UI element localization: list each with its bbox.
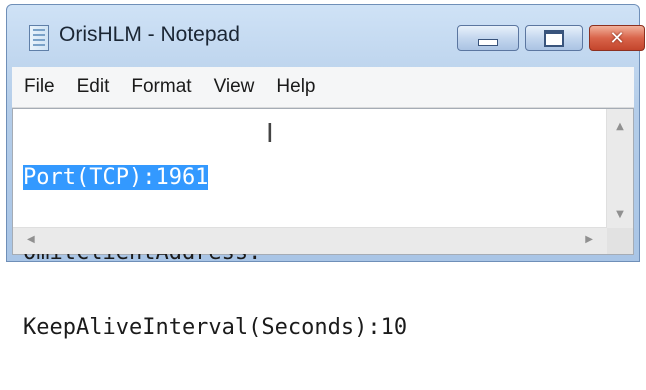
minimize-icon	[478, 38, 498, 46]
menu-format[interactable]: Format	[120, 76, 202, 98]
minimize-button[interactable]	[457, 25, 519, 51]
notepad-window: OrisHLM - Notepad ✕ File Edit Format Vie…	[6, 4, 645, 340]
close-button[interactable]: ✕	[589, 25, 645, 51]
maximize-button[interactable]	[525, 25, 583, 51]
text-line: Port(TCP):1961	[23, 165, 599, 190]
menu-edit[interactable]: Edit	[66, 76, 121, 98]
text-line: KeepAliveInterval(Seconds):10	[23, 315, 599, 340]
menu-help[interactable]: Help	[265, 76, 326, 98]
window-title: OrisHLM - Notepad	[59, 23, 240, 46]
line-text: KeepAliveInterval(Seconds):10	[23, 315, 408, 340]
text-cursor-icon: I	[266, 119, 274, 149]
scrollbar-corner	[607, 228, 633, 254]
vertical-scrollbar[interactable]: ▲ ▼	[606, 109, 633, 228]
maximize-icon	[544, 29, 564, 47]
menu-bar: File Edit Format View Help	[12, 67, 634, 108]
scroll-right-icon[interactable]: ▶	[585, 234, 593, 245]
scroll-left-icon[interactable]: ◀	[27, 234, 35, 245]
text-editor[interactable]: Port(TCP):1961 OmitClientAddress: KeepAl…	[12, 108, 634, 340]
notepad-icon[interactable]	[29, 25, 49, 51]
scroll-up-icon[interactable]: ▲	[607, 121, 633, 132]
menu-file[interactable]: File	[12, 76, 66, 98]
selected-text: Port(TCP):1961	[23, 165, 209, 190]
close-icon: ✕	[609, 27, 625, 49]
horizontal-scrollbar[interactable]: ◀ ▶	[13, 227, 607, 254]
title-bar[interactable]: OrisHLM - Notepad ✕	[7, 5, 645, 67]
scroll-down-icon[interactable]: ▼	[607, 209, 633, 220]
menu-view[interactable]: View	[203, 76, 266, 98]
